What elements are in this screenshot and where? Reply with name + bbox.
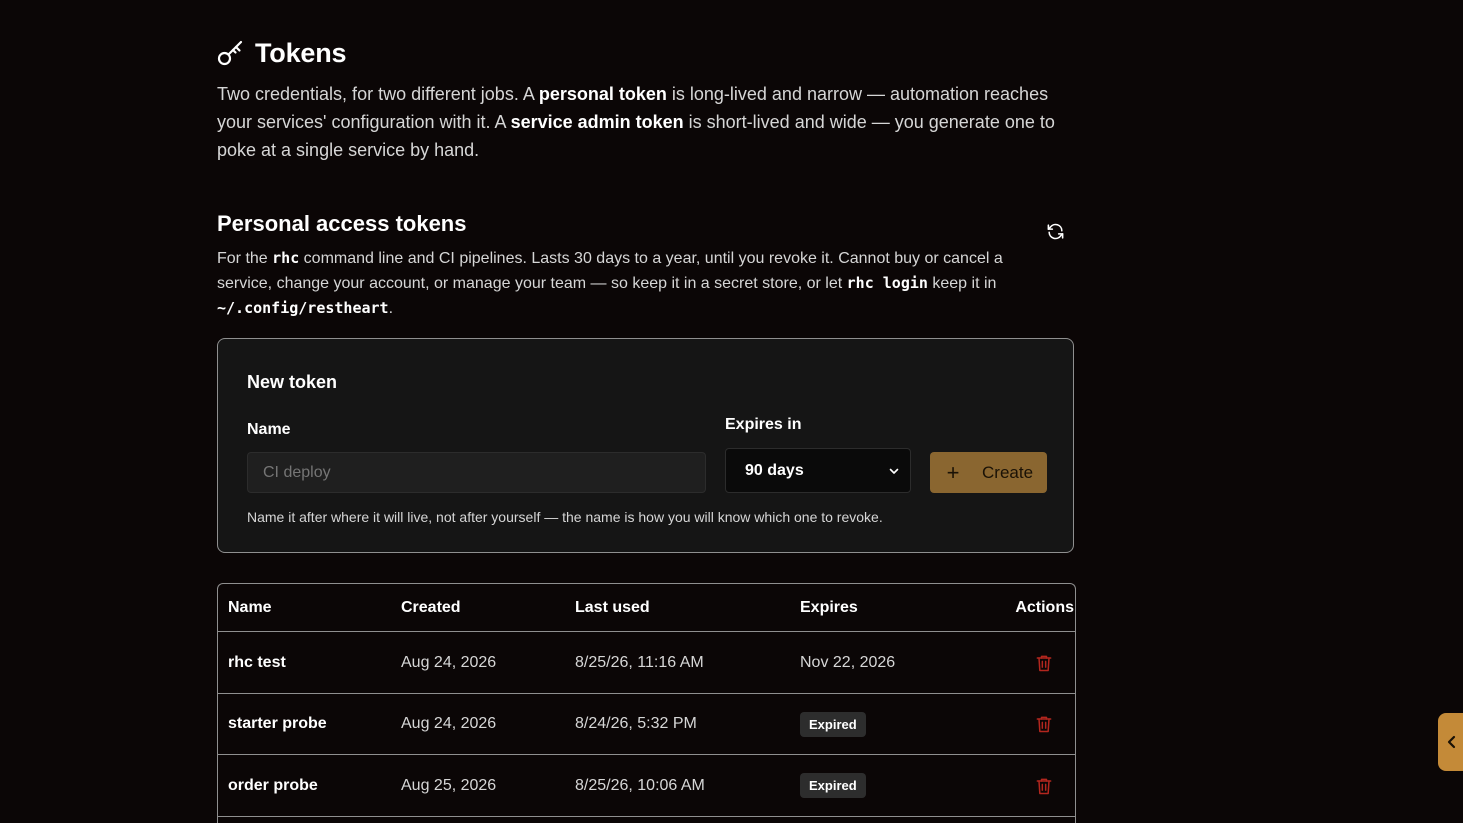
side-panel-toggle[interactable] xyxy=(1438,713,1463,771)
table-row: starter probe Aug 24, 2026 8/24/26, 5:32… xyxy=(218,694,1075,755)
column-header-name: Name xyxy=(228,598,272,616)
delete-token-button[interactable] xyxy=(1034,653,1054,673)
chevron-down-icon xyxy=(889,468,899,474)
table-row: rhc test Aug 24, 2026 8/25/26, 11:16 AM … xyxy=(218,632,1075,694)
column-header-expires: Expires xyxy=(800,598,858,616)
token-last-used: 8/24/26, 5:32 PM xyxy=(575,715,697,732)
column-header-actions: Actions xyxy=(1015,598,1074,616)
page-title: Tokens xyxy=(255,37,347,68)
token-expires: Expired xyxy=(800,694,866,754)
trash-icon xyxy=(1036,655,1052,671)
token-name: rhc test xyxy=(228,653,286,671)
expires-selected-value: 90 days xyxy=(745,461,804,479)
create-button[interactable]: + Create xyxy=(930,452,1047,493)
token-name: starter probe xyxy=(228,715,327,732)
token-last-used: 8/25/26, 11:16 AM xyxy=(575,653,704,671)
token-expires: Nov 22, 2026 xyxy=(800,653,896,671)
code-rhc-login: rhc login xyxy=(846,274,928,292)
tokens-table: Name Created Last used Expires Actions r… xyxy=(217,583,1076,823)
intro-text: Two credentials, for two different jobs.… xyxy=(217,84,1055,160)
code-config-path: ~/.config/restheart xyxy=(217,299,389,317)
expired-badge: Expired xyxy=(800,711,866,737)
section-title: Personal access tokens xyxy=(217,211,467,236)
expires-label: Expires in xyxy=(725,416,802,433)
code-rhc: rhc xyxy=(272,249,300,267)
delete-token-button[interactable] xyxy=(1034,776,1054,796)
expired-badge: Expired xyxy=(800,773,866,798)
table-row: order probe Aug 25, 2026 8/25/26, 10:06 … xyxy=(218,755,1075,817)
key-icon xyxy=(217,40,244,67)
token-created: Aug 24, 2026 xyxy=(401,653,497,671)
new-token-card: New token Name Expires in 90 days + Crea… xyxy=(217,338,1074,553)
refresh-button[interactable] xyxy=(1043,219,1067,243)
create-button-label: Create xyxy=(982,462,1034,482)
token-name-input[interactable] xyxy=(247,452,706,493)
refresh-icon xyxy=(1047,223,1063,239)
name-hint: Name it after where it will live, not af… xyxy=(247,509,883,525)
delete-token-button[interactable] xyxy=(1034,714,1054,734)
token-expires: Expired xyxy=(800,755,866,816)
trash-icon xyxy=(1036,716,1052,733)
column-header-created: Created xyxy=(401,598,461,616)
page-header: Tokens xyxy=(217,36,347,70)
plus-icon: + xyxy=(946,459,960,485)
name-label: Name xyxy=(247,421,291,438)
chevron-left-icon xyxy=(1447,735,1456,749)
token-created: Aug 24, 2026 xyxy=(401,715,497,732)
token-last-used: 8/25/26, 10:06 AM xyxy=(575,776,705,794)
table-header: Name Created Last used Expires Actions xyxy=(218,584,1075,632)
personal-token-term: personal token xyxy=(538,84,667,104)
trash-icon xyxy=(1036,778,1052,794)
column-header-last-used: Last used xyxy=(575,598,650,616)
token-name: order probe xyxy=(228,776,318,794)
token-created: Aug 25, 2026 xyxy=(401,776,497,794)
card-title: New token xyxy=(247,372,338,392)
expires-select[interactable]: 90 days xyxy=(725,448,911,493)
service-admin-token-term: service admin token xyxy=(510,112,684,132)
section-description: For the rhc command line and CI pipeline… xyxy=(217,249,1003,317)
